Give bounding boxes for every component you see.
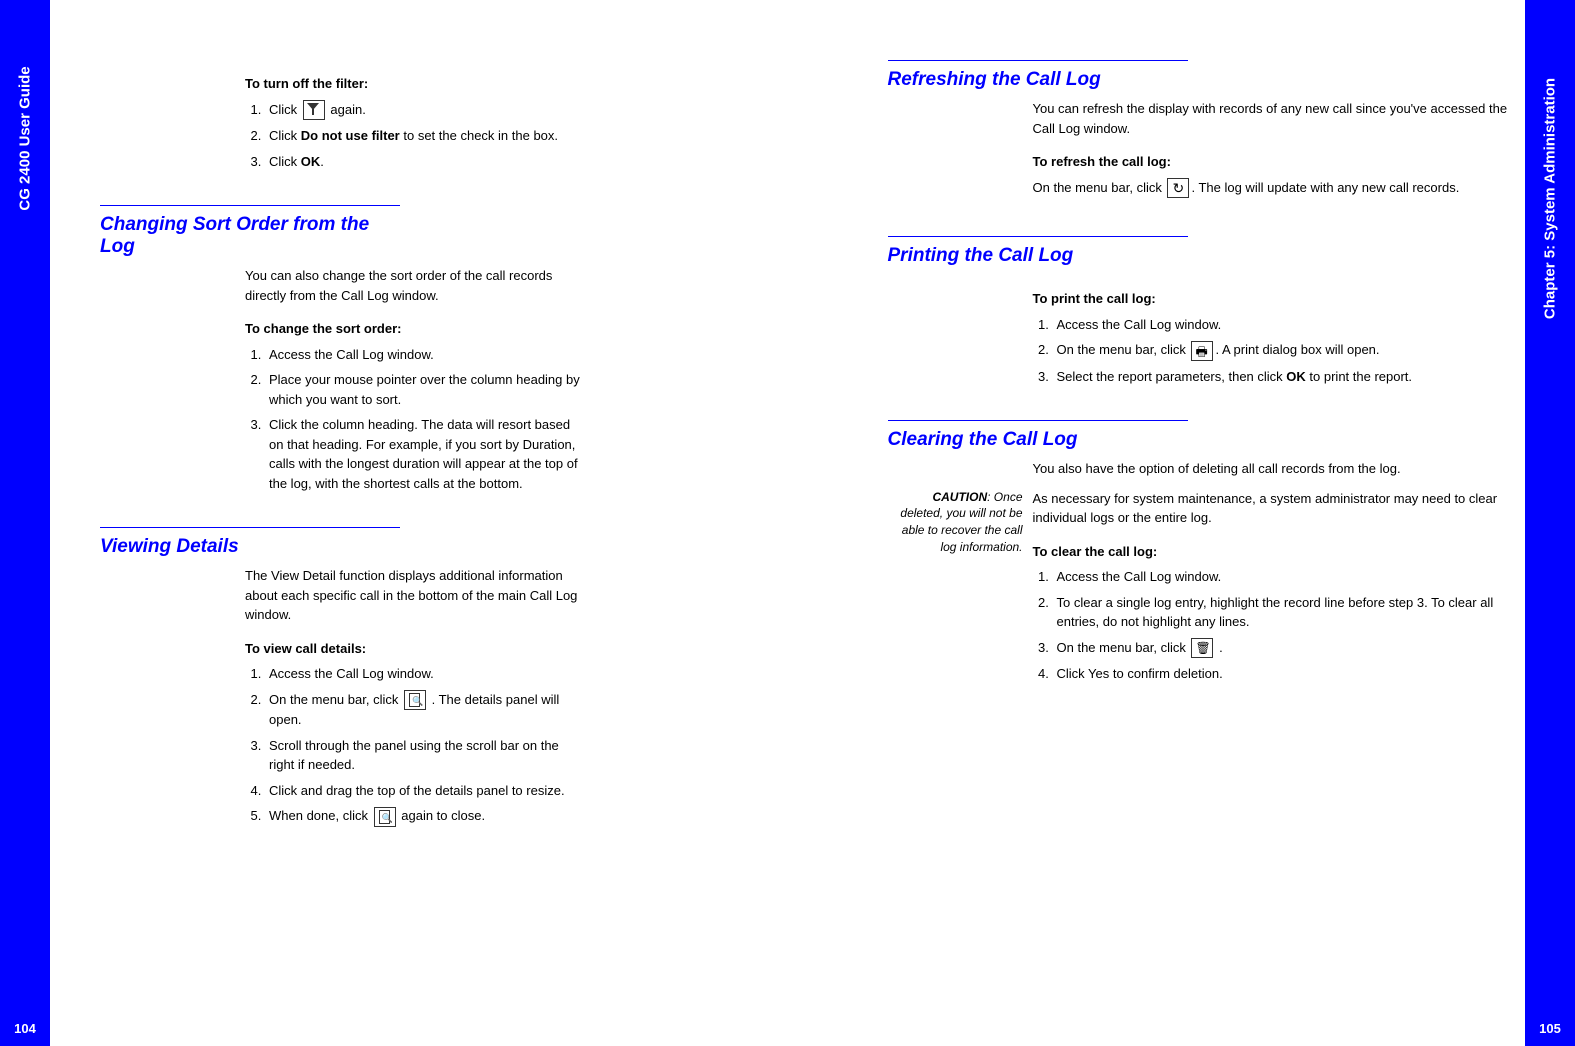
details-step-4: Click and drag the top of the details pa… bbox=[265, 781, 588, 801]
viewing-details-subhead: To view call details: bbox=[245, 639, 588, 659]
filter-icon bbox=[303, 100, 325, 120]
details-step-1: Access the Call Log window. bbox=[265, 664, 588, 684]
detail-icon bbox=[404, 690, 426, 710]
clearing-title: Clearing the Call Log bbox=[888, 420, 1188, 451]
changing-sort-intro: You can also change the sort order of th… bbox=[245, 266, 588, 305]
right-side-tab: Chapter 5: System Administration 105 bbox=[1525, 0, 1575, 1046]
left-tab-label: CG 2400 User Guide bbox=[17, 66, 34, 210]
printing-steps: Access the Call Log window. On the menu … bbox=[1033, 315, 1516, 387]
printing-title: Printing the Call Log bbox=[888, 236, 1188, 267]
filter-off-step-2: Click Do not use filter to set the check… bbox=[265, 126, 588, 146]
changing-sort-steps: Access the Call Log window. Place your m… bbox=[245, 345, 588, 494]
clear-step-4: Click Yes to confirm deletion. bbox=[1053, 664, 1516, 684]
details-step-3: Scroll through the panel using the scrol… bbox=[265, 736, 588, 775]
viewing-details-title: Viewing Details bbox=[100, 527, 400, 558]
caution-note: CAUTION: Once deleted, you will not be a… bbox=[888, 489, 1033, 690]
printing-subhead: To print the call log: bbox=[1033, 289, 1516, 309]
right-tab-label: Chapter 5: System Administration bbox=[1542, 78, 1559, 319]
refreshing-intro: You can refresh the display with records… bbox=[1033, 99, 1516, 138]
details-step-2: On the menu bar, click . The details pan… bbox=[265, 690, 588, 730]
turn-off-filter-block: To turn off the filter: Click again. Cli… bbox=[100, 60, 588, 177]
clear-step-2: To clear a single log entry, highlight t… bbox=[1053, 593, 1516, 632]
right-content: Refreshing the Call Log You can refresh … bbox=[888, 0, 1516, 690]
clearing-section: Clearing the Call Log bbox=[888, 420, 1516, 451]
sort-step-3: Click the column heading. The data will … bbox=[265, 415, 588, 493]
right-page: Chapter 5: System Administration 105 Ref… bbox=[788, 0, 1575, 1046]
clear-step-3: On the menu bar, click . bbox=[1053, 638, 1516, 659]
turn-off-filter-steps: Click again. Click Do not use filter to … bbox=[245, 100, 588, 172]
clearing-intro: You also have the option of deleting all… bbox=[1033, 459, 1516, 479]
left-page: CG 2400 User Guide 104 To turn off the f… bbox=[0, 0, 788, 1046]
changing-sort-title: Changing Sort Order from the Log bbox=[100, 205, 400, 258]
changing-sort-section: Changing Sort Order from the Log bbox=[100, 205, 588, 258]
changing-sort-subhead: To change the sort order: bbox=[245, 319, 588, 339]
clearing-para: As necessary for system maintenance, a s… bbox=[1033, 489, 1516, 528]
clear-step-1: Access the Call Log window. bbox=[1053, 567, 1516, 587]
print-step-1: Access the Call Log window. bbox=[1053, 315, 1516, 335]
left-page-number: 104 bbox=[14, 1021, 36, 1036]
turn-off-filter-heading: To turn off the filter: bbox=[245, 74, 588, 94]
print-step-2: On the menu bar, click . A print dialog … bbox=[1053, 340, 1516, 361]
filter-off-step-1: Click again. bbox=[265, 100, 588, 121]
clearing-steps: Access the Call Log window. To clear a s… bbox=[1033, 567, 1516, 684]
print-icon bbox=[1191, 341, 1213, 361]
refreshing-title: Refreshing the Call Log bbox=[888, 60, 1188, 91]
viewing-details-steps: Access the Call Log window. On the menu … bbox=[245, 664, 588, 827]
print-step-3: Select the report parameters, then click… bbox=[1053, 367, 1516, 387]
details-step-5: When done, click again to close. bbox=[265, 806, 588, 827]
viewing-details-section: Viewing Details bbox=[100, 527, 588, 558]
refreshing-text: On the menu bar, click . The log will up… bbox=[1033, 178, 1516, 199]
detail-icon bbox=[374, 807, 396, 827]
right-page-number: 105 bbox=[1539, 1021, 1561, 1036]
viewing-details-intro: The View Detail function displays additi… bbox=[245, 566, 588, 625]
left-content: To turn off the filter: Click again. Cli… bbox=[100, 0, 588, 833]
clear-icon bbox=[1191, 638, 1213, 658]
refresh-icon bbox=[1167, 178, 1189, 198]
refreshing-subhead: To refresh the call log: bbox=[1033, 152, 1516, 172]
page-spread: CG 2400 User Guide 104 To turn off the f… bbox=[0, 0, 1575, 1046]
left-side-tab: CG 2400 User Guide 104 bbox=[0, 0, 50, 1046]
sort-step-2: Place your mouse pointer over the column… bbox=[265, 370, 588, 409]
clearing-subhead: To clear the call log: bbox=[1033, 542, 1516, 562]
refreshing-section: Refreshing the Call Log bbox=[888, 60, 1516, 91]
filter-off-step-3: Click OK. bbox=[265, 152, 588, 172]
sort-step-1: Access the Call Log window. bbox=[265, 345, 588, 365]
printing-section: Printing the Call Log bbox=[888, 236, 1516, 267]
